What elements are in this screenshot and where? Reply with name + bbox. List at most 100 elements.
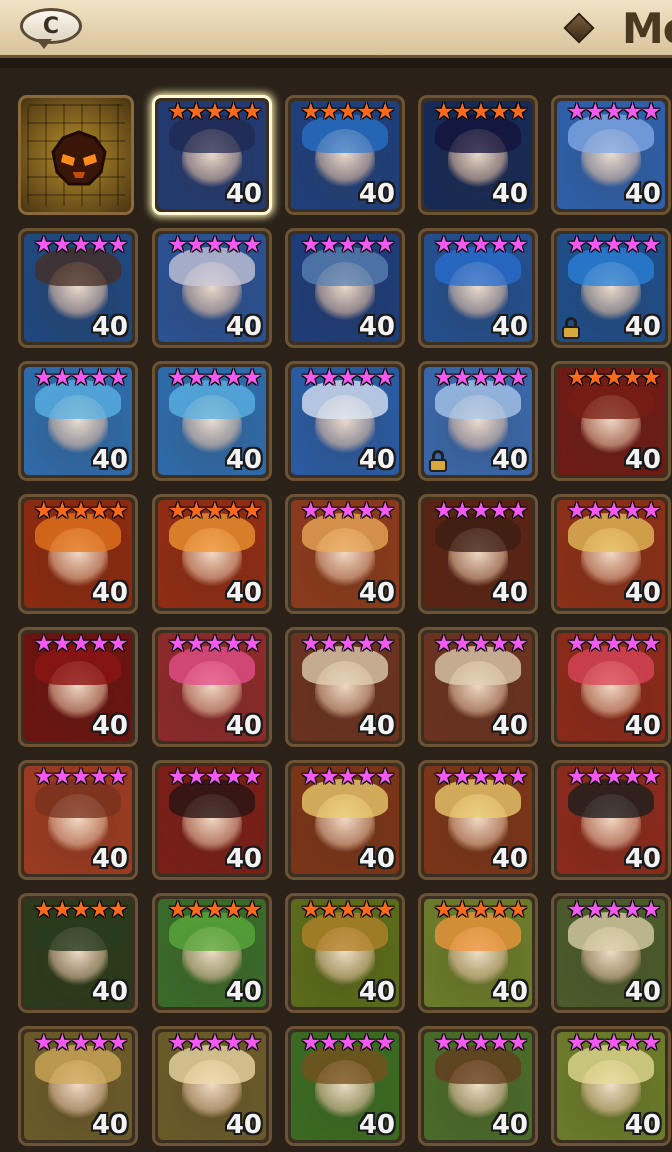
monster-card[interactable]: ★★★★★ 40 xyxy=(418,1026,538,1146)
monster-card[interactable]: ★★★★★ 40 xyxy=(152,760,272,880)
star-rating: ★★★★★ xyxy=(33,897,128,923)
monster-level: 40 xyxy=(358,179,395,209)
monster-card[interactable]: ★★★★★ 40 xyxy=(18,361,138,481)
monster-level: 40 xyxy=(491,1110,528,1140)
monster-level: 40 xyxy=(624,179,661,209)
star-rating: ★★★★★ xyxy=(433,99,528,125)
lock-icon xyxy=(427,450,449,472)
monster-card[interactable]: ★★★★★ 40 xyxy=(152,627,272,747)
lock-body xyxy=(562,326,580,339)
monster-card[interactable]: ★★★★★ 40 xyxy=(152,893,272,1013)
monster-level: 40 xyxy=(358,844,395,874)
monster-card[interactable]: ★★★★★ 40 xyxy=(418,228,538,348)
star-rating: ★★★★★ xyxy=(300,498,395,524)
star-rating: ★★★★★ xyxy=(167,365,262,391)
monster-card[interactable]: ★★★★★ 40 xyxy=(285,228,405,348)
star-rating: ★★★★★ xyxy=(433,897,528,923)
header-divider xyxy=(0,58,672,68)
star-rating: ★★★★★ xyxy=(167,897,262,923)
monster-card[interactable]: ★★★★★ 40 xyxy=(418,361,538,481)
monster-card[interactable]: ★★★★★ 40 xyxy=(551,760,671,880)
monster-level: 40 xyxy=(358,1110,395,1140)
monster-card[interactable]: ★★★★★ 40 xyxy=(551,228,671,348)
top-bar: C Mo xyxy=(0,0,672,58)
diamond-icon xyxy=(563,12,595,44)
star-rating: ★★★★★ xyxy=(566,631,661,657)
monster-level: 40 xyxy=(91,578,128,608)
monster-level: 40 xyxy=(91,445,128,475)
monster-card[interactable]: ★★★★★ 40 xyxy=(18,228,138,348)
monster-level: 40 xyxy=(225,445,262,475)
star-rating: ★★★★★ xyxy=(33,232,128,258)
star-rating: ★★★★★ xyxy=(167,631,262,657)
star-rating: ★★★★★ xyxy=(433,365,528,391)
monster-card[interactable]: ★★★★★ 40 xyxy=(418,893,538,1013)
monster-card[interactable]: ★★★★★ 40 xyxy=(18,494,138,614)
star-rating: ★★★★★ xyxy=(167,498,262,524)
monster-card[interactable]: ★★★★★ 40 xyxy=(551,494,671,614)
chat-button[interactable]: C xyxy=(18,6,88,52)
monster-card[interactable]: ★★★★★ 40 xyxy=(18,893,138,1013)
star-rating: ★★★★★ xyxy=(433,631,528,657)
monster-level: 40 xyxy=(624,711,661,741)
monster-level: 40 xyxy=(225,844,262,874)
monster-level: 40 xyxy=(491,312,528,342)
header-label[interactable]: Mo xyxy=(622,4,672,53)
star-rating: ★★★★★ xyxy=(300,897,395,923)
monster-level: 40 xyxy=(624,844,661,874)
monster-level: 40 xyxy=(225,578,262,608)
monster-level: 40 xyxy=(491,179,528,209)
monster-level: 40 xyxy=(358,711,395,741)
monster-card[interactable]: ★★★★★ 40 xyxy=(285,893,405,1013)
monster-level: 40 xyxy=(225,977,262,1007)
star-rating: ★★★★★ xyxy=(167,764,262,790)
star-rating: ★★★★★ xyxy=(566,99,661,125)
star-rating: ★★★★★ xyxy=(167,232,262,258)
monster-card[interactable]: ★★★★★ 40 xyxy=(418,627,538,747)
monster-level: 40 xyxy=(225,312,262,342)
monster-card[interactable]: ★★★★★ 40 xyxy=(285,95,405,215)
monster-card[interactable]: ★★★★★ 40 xyxy=(418,760,538,880)
star-rating: ★★★★★ xyxy=(566,365,661,391)
monster-card[interactable]: ★★★★★ 40 xyxy=(18,627,138,747)
monster-level: 40 xyxy=(358,578,395,608)
monster-card[interactable]: ★★★★★ 40 xyxy=(418,95,538,215)
monster-card[interactable]: ★★★★★ 40 xyxy=(152,228,272,348)
monster-level: 40 xyxy=(225,1110,262,1140)
empty-monster-slot[interactable] xyxy=(18,95,134,215)
monster-card[interactable]: ★★★★★ 40 xyxy=(551,627,671,747)
monster-card[interactable]: ★★★★★ 40 xyxy=(285,361,405,481)
monster-card[interactable]: ★★★★★ 40 xyxy=(551,1026,671,1146)
monster-level: 40 xyxy=(624,1110,661,1140)
monster-level: 40 xyxy=(91,1110,128,1140)
monster-card[interactable]: ★★★★★ 40 xyxy=(152,95,272,215)
monster-level: 40 xyxy=(225,711,262,741)
monster-level: 40 xyxy=(358,977,395,1007)
monster-card[interactable]: ★★★★★ 40 xyxy=(152,1026,272,1146)
star-rating: ★★★★★ xyxy=(300,99,395,125)
monster-card[interactable]: ★★★★★ 40 xyxy=(285,1026,405,1146)
chat-button-label: C xyxy=(42,13,60,39)
monster-level: 40 xyxy=(624,312,661,342)
monster-level: 40 xyxy=(91,977,128,1007)
monster-card[interactable]: ★★★★★ 40 xyxy=(152,361,272,481)
monster-card[interactable]: ★★★★★ 40 xyxy=(285,627,405,747)
monster-level: 40 xyxy=(91,312,128,342)
monster-level: 40 xyxy=(624,578,661,608)
monster-level: 40 xyxy=(225,179,262,209)
monster-card[interactable]: ★★★★★ 40 xyxy=(551,893,671,1013)
star-rating: ★★★★★ xyxy=(433,498,528,524)
monster-card[interactable]: ★★★★★ 40 xyxy=(285,760,405,880)
monster-card[interactable]: ★★★★★ 40 xyxy=(418,494,538,614)
star-rating: ★★★★★ xyxy=(33,1030,128,1056)
monster-card[interactable]: ★★★★★ 40 xyxy=(551,95,671,215)
lock-icon xyxy=(560,317,582,339)
monster-card[interactable]: ★★★★★ 40 xyxy=(18,760,138,880)
monster-card[interactable]: ★★★★★ 40 xyxy=(152,494,272,614)
star-rating: ★★★★★ xyxy=(33,365,128,391)
monster-card[interactable]: ★★★★★ 40 xyxy=(551,361,671,481)
monster-card[interactable]: ★★★★★ 40 xyxy=(18,1026,138,1146)
monster-card[interactable]: ★★★★★ 40 xyxy=(285,494,405,614)
monster-level: 40 xyxy=(491,711,528,741)
star-rating: ★★★★★ xyxy=(33,498,128,524)
